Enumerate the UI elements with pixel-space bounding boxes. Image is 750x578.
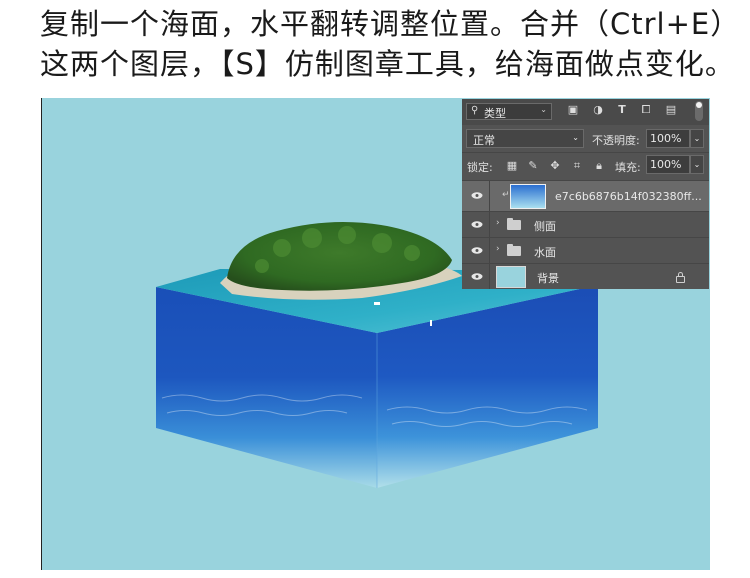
image-filter-icon[interactable]: ▣	[566, 103, 580, 117]
chevron-down-icon: ⌄	[572, 133, 579, 142]
blend-opacity-bar: 正常 ⌄ 不透明度: 100% ⌄	[462, 126, 709, 152]
lock-all-icon[interactable]: 🔒︎	[592, 159, 606, 173]
expand-chevron-icon[interactable]: ›	[496, 218, 500, 228]
boat	[374, 302, 380, 305]
visibility-toggle[interactable]	[462, 264, 490, 289]
filter-kind-select[interactable]: ⚲ 类型 ⌄	[466, 103, 552, 120]
opacity-input[interactable]: 100%	[646, 129, 690, 148]
caption-line-1: 复制一个海面，水平翻转调整位置。合并（Ctrl+E）	[40, 7, 741, 41]
layer-thumbnail	[510, 184, 546, 209]
layer-name: e7c6b6876b14f032380ff...	[555, 190, 702, 203]
eye-icon	[471, 246, 483, 254]
shape-filter-icon[interactable]: ⧠	[639, 103, 653, 117]
layer-row[interactable]: ↵ e7c6b6876b14f032380ff...	[462, 180, 709, 211]
eye-icon	[471, 192, 483, 199]
folder-icon	[507, 218, 521, 230]
adjustment-filter-icon[interactable]: ◑	[591, 103, 605, 117]
layer-row[interactable]: › 侧面	[462, 211, 709, 237]
lock-fill-bar: 锁定: ▦ ✎ ✥ ⌗ 🔒︎ 填充: 100% ⌄	[462, 152, 709, 179]
expand-chevron-icon[interactable]: ›	[496, 244, 500, 254]
layer-row[interactable]: 背景	[462, 263, 709, 289]
layer-name: 水面	[534, 246, 556, 259]
visibility-toggle[interactable]	[462, 181, 490, 211]
opacity-dropdown-button[interactable]: ⌄	[690, 129, 704, 148]
lock-transparent-pixels-icon[interactable]: ▦	[505, 159, 519, 173]
tutorial-caption: 复制一个海面，水平翻转调整位置。合并（Ctrl+E） 这两个图层，【S】仿制图章…	[40, 4, 740, 84]
visibility-toggle[interactable]	[462, 212, 490, 237]
fill-dropdown-button[interactable]: ⌄	[690, 155, 704, 174]
fill-input[interactable]: 100%	[646, 155, 690, 174]
boat	[430, 320, 432, 326]
blend-mode-value: 正常	[473, 134, 495, 147]
smart-object-filter-icon[interactable]: ▤	[664, 103, 678, 117]
layers-panel: ⚲ 类型 ⌄ ▣ ◑ T ⧠ ▤ 正常 ⌄ 不透明度: 100% ⌄ 锁定: ▦…	[462, 99, 709, 289]
layer-filter-bar: ⚲ 类型 ⌄ ▣ ◑ T ⧠ ▤	[462, 99, 709, 125]
layer-name: 背景	[537, 272, 559, 285]
eye-icon	[471, 272, 483, 280]
filter-toggle[interactable]	[695, 101, 703, 121]
lock-position-icon[interactable]: ✥	[548, 159, 562, 173]
clipping-mask-icon: ↵	[502, 190, 510, 200]
type-filter-icon[interactable]: T	[615, 103, 629, 117]
eye-icon	[471, 220, 483, 228]
lock-label: 锁定:	[467, 161, 493, 174]
layer-name: 侧面	[534, 220, 556, 233]
caption-line-2: 这两个图层，【S】仿制图章工具，给海面做点变化。	[40, 47, 735, 81]
fill-label: 填充:	[615, 161, 641, 174]
layer-row[interactable]: › 水面	[462, 237, 709, 263]
visibility-toggle[interactable]	[462, 238, 490, 263]
layer-thumbnail	[496, 266, 526, 288]
search-icon: ⚲	[471, 105, 479, 116]
filter-kind-label: 类型	[484, 107, 506, 120]
folder-icon	[507, 244, 521, 256]
lock-artboard-icon[interactable]: ⌗	[570, 159, 584, 173]
lock-image-pixels-icon[interactable]: ✎	[526, 159, 540, 173]
lock-icon	[676, 272, 685, 283]
blend-mode-select[interactable]: 正常 ⌄	[466, 129, 584, 148]
opacity-label: 不透明度:	[592, 134, 640, 147]
chevron-down-icon: ⌄	[540, 105, 547, 114]
